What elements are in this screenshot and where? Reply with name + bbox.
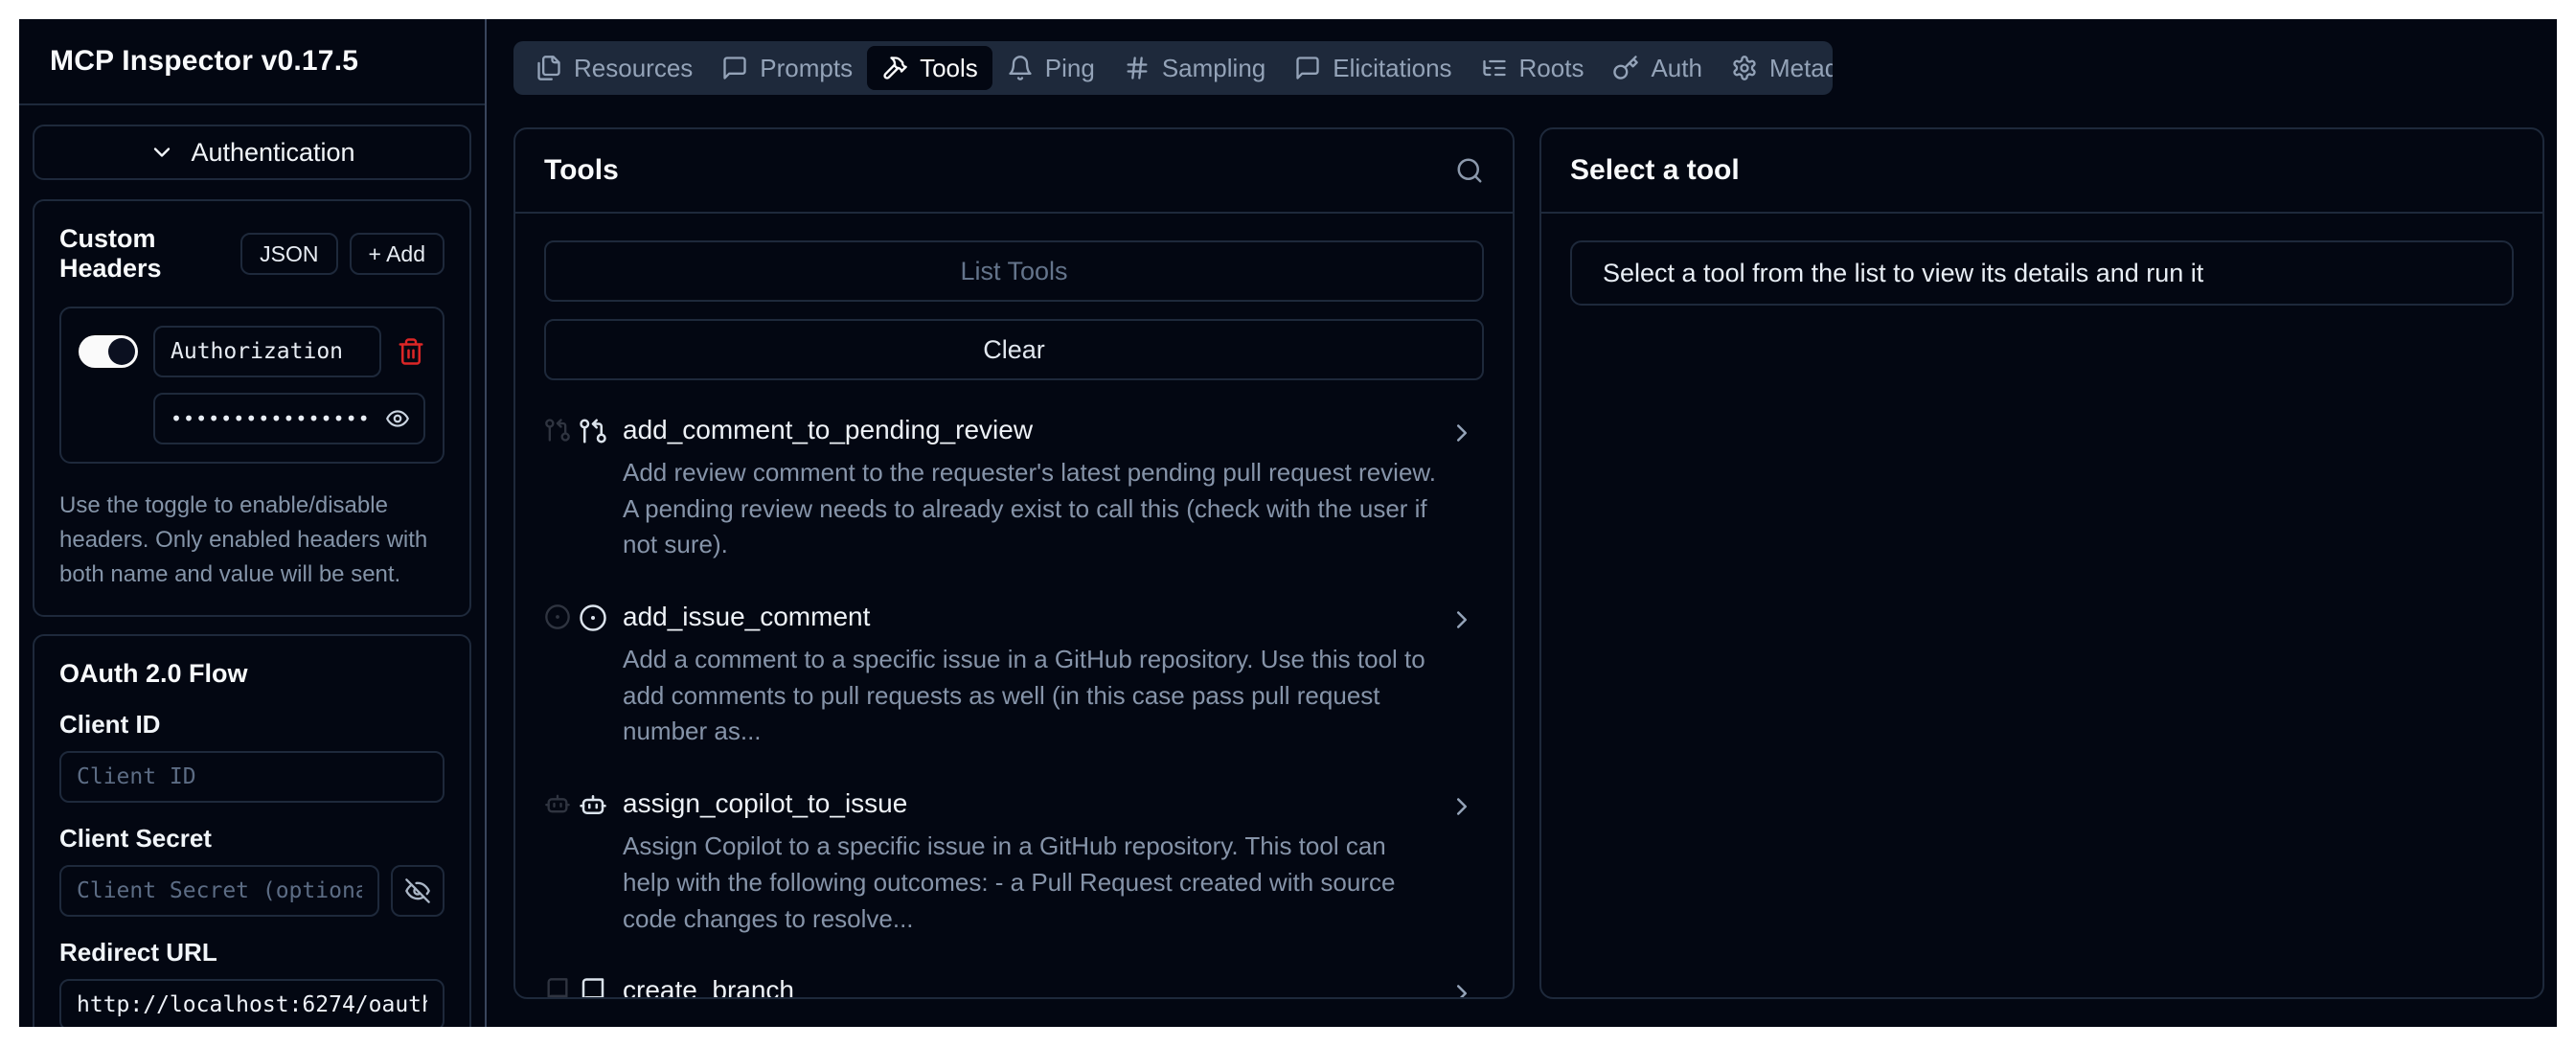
custom-headers-card: Custom Headers JSON + Add — [33, 199, 471, 617]
sidebar-body: Authentication Custom Headers JSON + Add — [19, 105, 485, 1027]
add-header-button[interactable]: + Add — [350, 233, 445, 275]
tab-label: Elicitations — [1333, 54, 1451, 83]
tab-ping[interactable]: Ping — [992, 41, 1109, 95]
chevron-right-icon — [1448, 419, 1476, 447]
main-area: Resources Prompts Tools Ping Sampling Elicita… — [487, 19, 2557, 1027]
tool-description: Assign Copilot to a specific issue in a … — [623, 829, 1436, 937]
chevron-right-icon — [1448, 792, 1476, 821]
custom-headers-note: Use the toggle to enable/disable headers… — [59, 489, 445, 592]
empty-selection-message: Select a tool from the list to view its … — [1570, 240, 2514, 306]
tab-label: Auth — [1651, 54, 1702, 83]
tool-list: add_comment_to_pending_review Add review … — [544, 415, 1484, 997]
tab-label: Prompts — [760, 54, 853, 83]
tool-name: add_comment_to_pending_review — [623, 415, 1436, 445]
header-name-input[interactable] — [153, 326, 381, 377]
circle-dot-icon-ghost — [544, 603, 571, 630]
hash-icon — [1124, 55, 1151, 81]
header-entry-group — [59, 307, 445, 464]
details-panel-title: Select a tool — [1570, 154, 2514, 187]
tool-row-assign_copilot_to_issue[interactable]: assign_copilot_to_issue Assign Copilot to… — [544, 788, 1484, 937]
tab-label: Sampling — [1162, 54, 1265, 83]
tab-sampling[interactable]: Sampling — [1109, 41, 1280, 95]
chevron-right-icon — [1448, 605, 1476, 634]
redirect-url-input[interactable] — [59, 979, 445, 1027]
client-secret-label: Client Secret — [59, 824, 445, 854]
list-tree-icon — [1481, 55, 1508, 81]
tab-label: Tools — [920, 54, 978, 83]
toggle-secret-visibility-button[interactable] — [391, 865, 445, 917]
list-tools-button[interactable]: List Tools — [544, 240, 1484, 302]
eye-off-icon — [404, 877, 431, 904]
client-secret-input[interactable] — [59, 865, 379, 917]
bell-icon — [1007, 55, 1034, 81]
delete-header-button[interactable] — [397, 337, 425, 366]
tools-panel: Tools List Tools Clear add_comment_to_pe… — [513, 127, 1515, 999]
tab-label: Ping — [1045, 54, 1095, 83]
authentication-label: Authentication — [191, 138, 354, 168]
tab-label: Resources — [574, 54, 693, 83]
tab-resources[interactable]: Resources — [521, 41, 707, 95]
clear-tools-button[interactable]: Clear — [544, 319, 1484, 380]
reveal-value-button[interactable] — [385, 406, 410, 431]
tool-details-panel: Select a tool Select a tool from the lis… — [1539, 127, 2544, 999]
tool-name: assign_copilot_to_issue — [623, 788, 1436, 819]
chevron-right-icon — [1448, 979, 1476, 997]
tab-roots[interactable]: Roots — [1467, 41, 1599, 95]
tool-name: create_branch — [623, 975, 1102, 997]
repo-book-icon-ghost — [544, 977, 571, 997]
tool-row-add_comment_to_pending_review[interactable]: add_comment_to_pending_review Add review … — [544, 415, 1484, 563]
bot-icon-ghost — [544, 790, 571, 817]
circle-dot-icon — [579, 603, 607, 632]
oauth-card: OAuth 2.0 Flow Client ID Client Secret R… — [33, 634, 471, 1027]
redirect-url-label: Redirect URL — [59, 938, 445, 967]
tab-label: Roots — [1519, 54, 1584, 83]
tab-label: Metadata — [1769, 54, 1833, 83]
search-icon — [1455, 156, 1484, 185]
tab-auth[interactable]: Auth — [1598, 41, 1717, 95]
json-mode-button[interactable]: JSON — [240, 233, 337, 275]
hammer-icon — [881, 55, 908, 81]
mcp-inspector-app: MCP Inspector v0.17.5 Authentication Cus… — [19, 19, 2557, 1027]
toggle-thumb — [108, 338, 135, 365]
client-id-label: Client ID — [59, 710, 445, 740]
git-pull-request-icon — [579, 417, 607, 445]
sidebar: MCP Inspector v0.17.5 Authentication Cus… — [19, 19, 487, 1027]
oauth-title: OAuth 2.0 Flow — [59, 659, 445, 689]
tool-row-create_branch[interactable]: create_branchCreate a new branch in a Gi… — [544, 975, 1484, 997]
header-enabled-toggle[interactable] — [79, 335, 138, 368]
tool-description: Add review comment to the requester's la… — [623, 455, 1436, 563]
search-tools-button[interactable] — [1455, 156, 1484, 185]
message-square-icon — [721, 55, 748, 81]
top-tabbar: Resources Prompts Tools Ping Sampling Elicita… — [513, 41, 1833, 95]
chevron-down-icon — [148, 139, 175, 166]
trash-icon — [397, 337, 425, 366]
client-id-input[interactable] — [59, 751, 445, 803]
eye-icon — [385, 406, 410, 431]
tool-name: add_issue_comment — [623, 602, 1436, 632]
tab-prompts[interactable]: Prompts — [707, 41, 867, 95]
key-icon — [1612, 55, 1639, 81]
sidebar-header: MCP Inspector v0.17.5 — [19, 19, 485, 105]
tool-description: Add a comment to a specific issue in a G… — [623, 642, 1436, 750]
tool-row-add_issue_comment[interactable]: add_issue_comment Add a comment to a spec… — [544, 602, 1484, 750]
bot-icon — [579, 790, 607, 819]
authentication-collapse-button[interactable]: Authentication — [33, 125, 471, 180]
repo-book-icon — [579, 977, 607, 997]
git-pull-request-icon-ghost — [544, 417, 571, 444]
tab-elicitations[interactable]: Elicitations — [1280, 41, 1466, 95]
tab-metadata[interactable]: Metadata — [1717, 41, 1833, 95]
gear-icon — [1731, 55, 1758, 81]
custom-headers-title: Custom Headers — [59, 224, 229, 284]
app-title: MCP Inspector v0.17.5 — [50, 45, 358, 78]
tools-panel-title: Tools — [544, 154, 1455, 187]
tab-tools[interactable]: Tools — [867, 46, 992, 90]
message-square-icon — [1294, 55, 1321, 81]
files-icon — [536, 55, 562, 81]
